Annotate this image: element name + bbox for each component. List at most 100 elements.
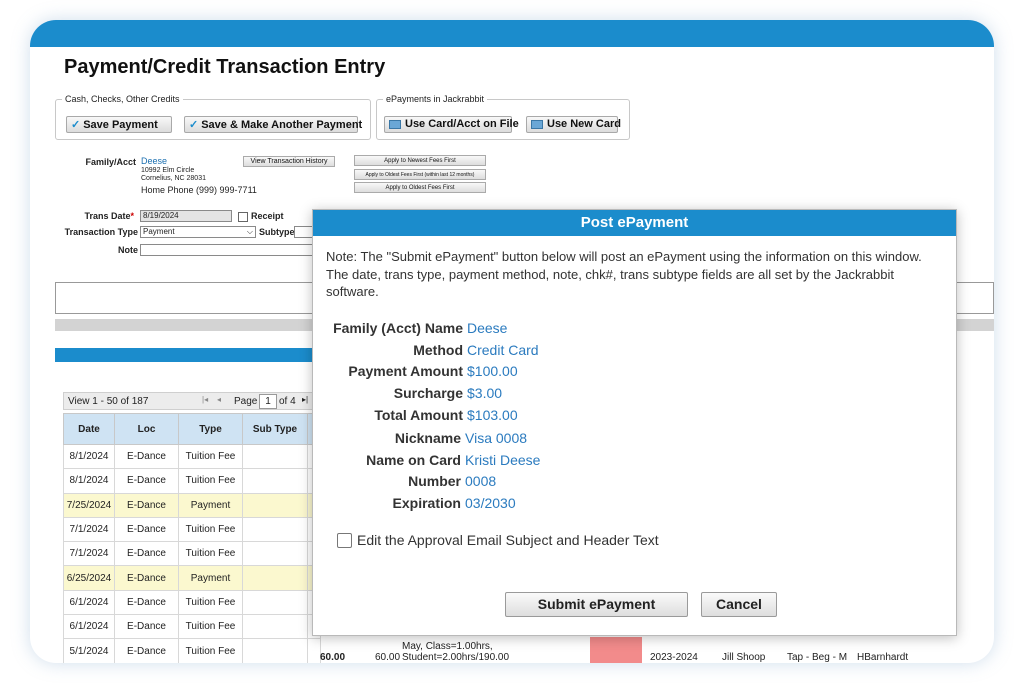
method-row: Method Credit Card (313, 342, 538, 362)
cash-group-legend: Cash, Checks, Other Credits (65, 94, 180, 104)
cell-sub (242, 614, 308, 640)
last-row-description: May, Class=1.00hrs, Student=2.00hrs/190.… (402, 641, 509, 663)
name-on-card-value: Kristi Deese (465, 452, 541, 468)
cancel-button[interactable]: Cancel (701, 592, 777, 617)
cell-sub (242, 516, 308, 543)
credit-card-icon (389, 119, 401, 129)
first-page-icon[interactable]: |◂ (202, 395, 208, 404)
cell-loc: E-Dance (114, 589, 179, 616)
receipt-checkbox[interactable] (238, 212, 248, 222)
cell-loc: E-Dance (114, 516, 179, 543)
trans-type-select[interactable]: Payment ⌵ (140, 226, 256, 238)
cell-type: Tuition Fee (178, 443, 243, 470)
apply-newest-button[interactable]: Apply to Newest Fees First (354, 155, 486, 166)
cell-loc: E-Dance (114, 614, 179, 640)
table-row[interactable]: 7/25/2024 E-Dance Payment (63, 492, 321, 518)
cell-date: 7/1/2024 (63, 541, 115, 567)
note-label: Note (118, 245, 138, 255)
pager: View 1 - 50 of 187 |◂ ◂ Page 1 of 4 ▸| (63, 392, 327, 410)
name-on-card-row: Name on Card Kristi Deese (313, 452, 540, 472)
table-row[interactable]: 8/1/2024 E-Dance Tuition Fee (63, 443, 321, 470)
trans-type-value: Payment (143, 227, 175, 236)
trans-date-label: Trans Date* (84, 211, 134, 221)
expiration-row: Expiration 03/2030 (313, 495, 516, 515)
next-page-icon[interactable]: ▸| (302, 395, 308, 404)
dialog-note: Note: The "Submit ePayment" button below… (326, 249, 922, 299)
cell-loc: E-Dance (114, 443, 179, 470)
cell-loc: E-Dance (114, 638, 179, 663)
family-address1: 10992 Elm Circle (141, 167, 195, 174)
table-row[interactable]: 8/1/2024 E-Dance Tuition Fee (63, 468, 321, 494)
cell-sub (242, 443, 308, 470)
cell-sub (242, 638, 308, 663)
page-input[interactable]: 1 (259, 394, 277, 409)
method-value: Credit Card (467, 342, 539, 358)
col-type[interactable]: Type (178, 413, 243, 445)
total-row: Total Amount $103.00 (313, 407, 517, 427)
cell-loc: E-Dance (114, 468, 179, 494)
cell-type: Tuition Fee (178, 614, 243, 640)
expiration-value: 03/2030 (465, 495, 516, 511)
last-row-amount2: 60.00 (375, 652, 401, 663)
family-name-link[interactable]: Deese (141, 156, 167, 166)
transactions-table: Date Loc Type Sub Type 8/1/2024 E-Dance Tu… (63, 413, 321, 663)
check-icon: ✓ (71, 119, 81, 131)
family-name-label: Family (Acct) Name (333, 320, 463, 336)
cell-type: Payment (178, 492, 243, 518)
edit-email-checkbox[interactable] (337, 533, 352, 548)
table-row[interactable]: 7/1/2024 E-Dance Tuition Fee (63, 516, 321, 543)
table-row[interactable]: 7/1/2024 E-Dance Tuition Fee (63, 541, 321, 567)
cell-date: 8/1/2024 (63, 443, 115, 470)
apply-oldest-12-button[interactable]: Apply to Oldest Fees First (within last … (354, 169, 486, 180)
page-label: Page (234, 396, 258, 407)
table-row[interactable]: 6/1/2024 E-Dance Tuition Fee (63, 614, 321, 640)
post-epayment-dialog: Post ePayment Note: The "Submit ePayment… (312, 209, 957, 636)
method-label: Method (413, 342, 463, 358)
cell-type: Tuition Fee (178, 589, 243, 616)
view-history-button[interactable]: View Transaction History (243, 156, 335, 167)
apply-oldest-button[interactable]: Apply to Oldest Fees First (354, 182, 486, 193)
col-date[interactable]: Date (63, 413, 115, 445)
save-payment-label: Save Payment (83, 119, 158, 131)
receipt-label: Receipt (251, 211, 284, 221)
cell-loc: E-Dance (114, 565, 179, 591)
family-label: Family/Acct (85, 157, 136, 167)
dialog-title: Post ePayment (313, 210, 956, 236)
note-input[interactable] (140, 244, 316, 256)
last-row-class: Tap - Beg - M (787, 652, 848, 663)
surcharge-row: Surcharge $3.00 (313, 385, 502, 405)
last-row-desc-line1: May, Class=1.00hrs, (402, 641, 493, 652)
cell-date: 7/25/2024 (63, 492, 115, 518)
cell-type: Tuition Fee (178, 516, 243, 543)
use-card-on-file-button[interactable]: Use Card/Acct on File (384, 116, 519, 133)
submit-epayment-button[interactable]: Submit ePayment (505, 592, 688, 617)
save-payment-button[interactable]: ✓ Save Payment (66, 116, 172, 133)
amount-value: $100.00 (467, 363, 518, 379)
grid-header-bar (55, 348, 315, 362)
table-row[interactable]: 6/1/2024 E-Dance Tuition Fee (63, 589, 321, 616)
pager-view-text: View 1 - 50 of 187 (68, 396, 149, 407)
col-subtype[interactable]: Sub Type (242, 413, 308, 445)
save-another-label: Save & Make Another Payment (201, 119, 363, 131)
nickname-label: Nickname (394, 430, 461, 446)
table-row[interactable]: 6/25/2024 E-Dance Payment (63, 565, 321, 591)
trans-date-input[interactable]: 8/19/2024 (140, 210, 232, 222)
last-row-instructor: Jill Shoop (722, 652, 766, 663)
save-another-button[interactable]: ✓ Save & Make Another Payment (184, 116, 362, 133)
use-new-card-button[interactable]: Use New Card (526, 116, 621, 133)
col-loc[interactable]: Loc (114, 413, 179, 445)
total-label: Total Amount (374, 407, 463, 423)
amount-row: Payment Amount $100.00 (313, 363, 517, 383)
nickname-row: Nickname Visa 0008 (313, 430, 527, 450)
last-row-user: HBarnhardt (857, 652, 909, 663)
family-address2: Cornelius, NC 28031 (141, 175, 206, 182)
cell-date: 6/25/2024 (63, 565, 115, 591)
prev-page-icon[interactable]: ◂ (217, 395, 221, 404)
table-row[interactable]: 5/1/2024 E-Dance Tuition Fee (63, 638, 321, 663)
cell-date: 8/1/2024 (63, 468, 115, 494)
epay-group-legend: ePayments in Jackrabbit (386, 94, 485, 104)
last-row-desc-line2: Student=2.00hrs/190.00 (402, 652, 510, 663)
cell-type: Tuition Fee (178, 638, 243, 663)
cell-date: 6/1/2024 (63, 589, 115, 616)
top-bar (30, 20, 994, 47)
